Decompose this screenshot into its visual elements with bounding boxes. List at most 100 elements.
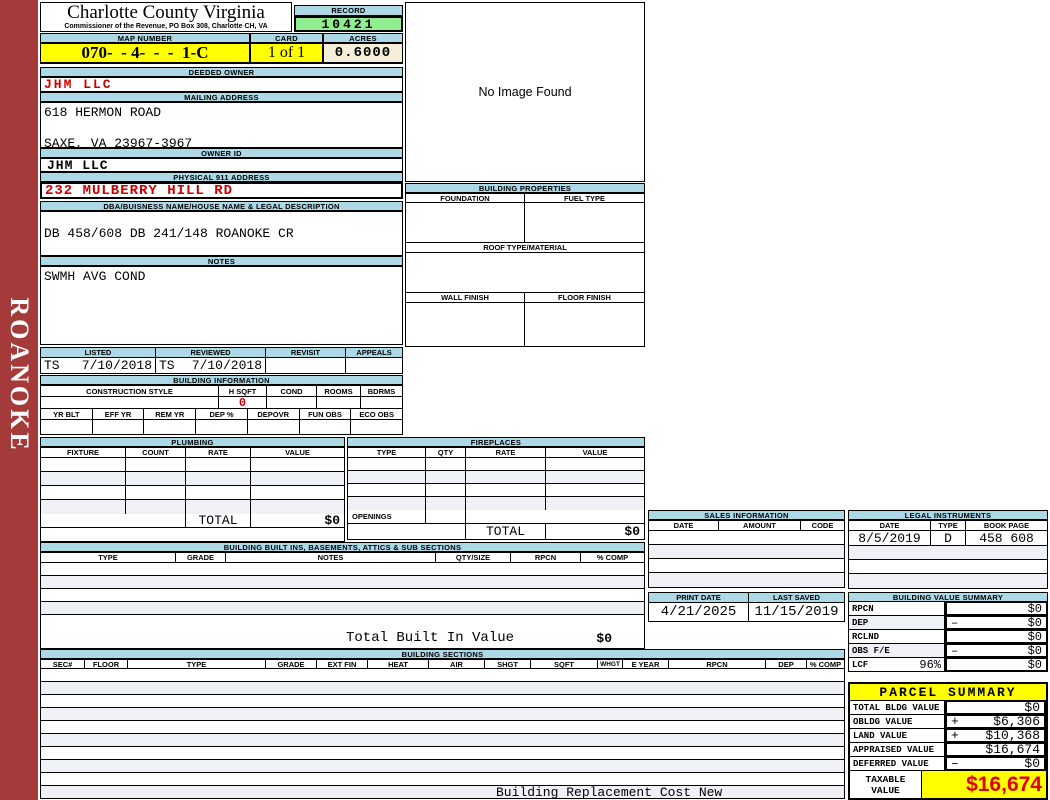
vs-label: RPCN <box>852 603 874 614</box>
review-table: LISTED REVIEWED REVISIT APPEALS TS 7/10/… <box>40 347 403 374</box>
physical-address-label: PHYSICAL 911 ADDRESS <box>40 172 403 182</box>
table-row <box>41 734 844 747</box>
col-fuel-type: FUEL TYPE <box>563 194 606 202</box>
table-row <box>41 760 844 773</box>
col-sec: SEC# <box>41 660 85 668</box>
roof-type-value <box>405 253 645 293</box>
vs-value: $0 <box>1027 629 1042 644</box>
floor-finish-value <box>525 303 644 346</box>
ps-label: LAND VALUE <box>853 730 908 741</box>
empty-cell <box>41 420 93 434</box>
col-ecoobs: ECO OBS <box>359 409 394 419</box>
listed-date: 7/10/2018 <box>81 358 152 373</box>
col-value: VALUE <box>582 448 608 457</box>
ps-value: $0 <box>1024 700 1040 715</box>
owner-id-value: JHM LLC <box>40 158 403 173</box>
empty-cell <box>41 576 644 588</box>
built-ins-total-value: $0 <box>596 630 612 646</box>
ps-op: + <box>951 714 959 729</box>
col-qty: QTY <box>426 448 466 457</box>
col-rooms: ROOMS <box>317 386 361 396</box>
plumbing-total-label: TOTAL <box>186 514 251 527</box>
col-count: COUNT <box>126 448 186 457</box>
vs-value: $0 <box>1027 657 1042 672</box>
acres-label: ACRES <box>323 33 403 43</box>
table-row: LCF 96% $0 <box>848 657 1048 672</box>
ps-value: $10,368 <box>985 728 1040 743</box>
col-pct-comp: % COMP <box>809 660 842 668</box>
parcel-summary-title: PARCEL SUMMARY <box>850 684 1046 701</box>
building-sections-title: BUILDING SECTIONS <box>40 649 845 659</box>
empty-cell <box>186 500 251 514</box>
taxable-label-line2: VALUE <box>871 784 900 796</box>
county-header: Charlotte County Virginia Commissioner o… <box>40 2 292 32</box>
empty-cell <box>426 510 466 523</box>
col-floor: FLOOR <box>85 660 128 668</box>
col-book-page: BOOK PAGE <box>983 521 1030 530</box>
col-yrblt: YR BLT <box>41 409 93 419</box>
lcf-percent: 96% <box>919 657 941 672</box>
plumbing-total-value: $0 <box>324 514 340 527</box>
col-sqft: SQFT <box>531 660 598 668</box>
col-date: DATE <box>849 521 931 530</box>
empty-cell <box>466 458 546 470</box>
appeals-label: APPEALS <box>356 348 392 357</box>
district-label: ROANOKE <box>5 297 34 453</box>
ps-label: DEFERRED VALUE <box>853 758 929 769</box>
col-foundation: FOUNDATION <box>406 194 525 202</box>
empty-cell <box>126 472 186 485</box>
empty-cell <box>251 472 344 485</box>
col-dep: DEP <box>766 660 807 668</box>
table-row <box>41 682 844 695</box>
empty-cell <box>546 484 644 496</box>
empty-cell <box>348 471 426 483</box>
empty-cell <box>849 560 1047 573</box>
taxable-label-line1: TAXABLE <box>865 773 906 785</box>
col-dep: DEP % <box>196 409 248 419</box>
table-row <box>41 747 844 760</box>
building-properties-header1: FOUNDATION FUEL TYPE <box>405 193 645 203</box>
empty-cell <box>361 397 402 408</box>
col-cond: COND <box>267 386 317 396</box>
ps-op: – <box>951 756 959 771</box>
county-subtitle: Commissioner of the Revenue, PO Box 308,… <box>64 23 268 30</box>
vs-label: DEP <box>852 617 869 628</box>
notes-label: NOTES <box>40 256 403 266</box>
legal-book-page: 458 608 <box>979 531 1034 545</box>
building-properties-header3: WALL FINISH FLOOR FINISH <box>405 293 645 303</box>
ps-label: OBLDG VALUE <box>853 716 913 727</box>
col-amount: AMOUNT <box>719 521 801 530</box>
empty-cell <box>546 497 644 510</box>
revisit-value <box>266 358 346 373</box>
empty-cell <box>348 484 426 496</box>
record-value: 10421 <box>294 16 403 32</box>
vs-label: RCLND <box>852 631 880 642</box>
empty-cell <box>546 471 644 483</box>
col-type: TYPE <box>931 521 966 530</box>
empty-cell <box>466 497 546 510</box>
foundation-value <box>406 203 525 242</box>
col-grade: GRADE <box>266 660 317 668</box>
physical-address-value: 232 MULBERRY HILL RD <box>40 182 403 199</box>
fuel-type-value <box>525 203 644 242</box>
mailing-address-line1: 618 HERMON ROAD <box>44 105 162 120</box>
col-roof-type: ROOF TYPE/MATERIAL <box>483 243 567 252</box>
empty-cell <box>41 500 126 514</box>
table-row: RCLND $0 <box>848 629 1048 644</box>
col-whgt: WHGT <box>598 660 623 668</box>
card-value: 1 of 1 <box>250 43 323 64</box>
ps-label: APPRAISED VALUE <box>853 744 935 755</box>
built-ins-table: TYPE GRADE NOTES QTY/SIZE RPCN % COMP To… <box>40 552 645 649</box>
empty-cell <box>426 484 466 496</box>
mailing-address-label: MAILING ADDRESS <box>40 92 403 102</box>
col-value: VALUE <box>285 448 310 457</box>
table-row: RPCN $0 <box>848 601 1048 616</box>
table-row <box>41 721 844 734</box>
empty-cell <box>251 486 344 499</box>
col-funobs: FUN OBS <box>300 409 352 419</box>
legal-date: 8/5/2019 <box>849 531 931 545</box>
empty-cell <box>41 472 126 485</box>
empty-cell <box>126 486 186 499</box>
col-shgt: SHGT <box>485 660 531 668</box>
empty-cell <box>466 471 546 483</box>
